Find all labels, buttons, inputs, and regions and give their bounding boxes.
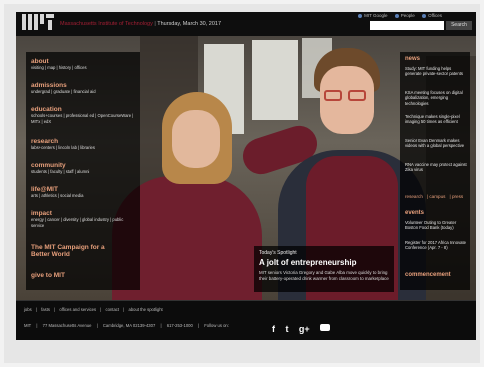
news-item[interactable]: KSA meeting focuses on digital globaliza… [405,90,467,106]
person-face [172,110,220,168]
footer-links: jobs | fasts | offices and services | co… [24,307,163,312]
nav-links[interactable]: schools+courses | professional ed | Open… [31,113,135,124]
nav-links[interactable]: undergrad | graduate | financial aid [31,89,96,95]
radio-icon [358,13,363,18]
news-item[interactable]: RNA vaccine may protect against Zika vir… [405,162,467,173]
news-link-campus[interactable]: campus [429,194,445,199]
top-bar: Massachusetts Institute of Technology | … [16,12,476,36]
news-link-research[interactable]: research [405,194,423,199]
nav-heading[interactable]: The MIT Campaign for a Better World [31,244,121,258]
nav-give: give to MIT [31,272,65,279]
site-title: Massachusetts Institute of Technology | … [60,21,222,27]
radio-icon [394,13,399,18]
people-link[interactable]: People [394,13,415,18]
nav-heading[interactable]: give to MIT [31,272,65,279]
nav-links[interactable]: students | faculty | staff | alumni [31,169,89,175]
nav-heading[interactable]: admissions [31,82,96,89]
news-item[interactable]: Senior Evan Denmark makes videos with a … [405,138,467,149]
footer: jobs | fasts | offices and services | co… [16,300,476,340]
nav-links[interactable]: energy | cancer | diversity | global ind… [31,217,135,228]
event-item[interactable]: Volunteer Outing to Greater Boston Food … [405,220,467,231]
events-heading[interactable]: events [405,210,424,216]
nav-heading[interactable]: about [31,58,87,65]
nav-community: community students | faculty | staff | a… [31,162,89,175]
screenshot-frame: Massachusetts Institute of Technology | … [4,4,480,363]
twitter-icon[interactable]: t [285,324,288,334]
mit-logo[interactable] [22,14,54,30]
nav-life-at-mit: life@MIT arts | athletics | social media [31,186,83,199]
top-links: MIT Google People Offices [352,13,442,18]
spotlight-title[interactable]: A jolt of entrepreneurship [259,258,357,267]
institute-name: Massachusetts Institute of Technology [60,21,153,27]
footer-address: MIT | 77 Massachusetts Avenue | Cambridg… [24,323,229,328]
current-date: Thursday, March 30, 2017 [157,21,222,27]
footer-link-spotlight[interactable]: about the spotlight [129,307,163,312]
mit-google-link[interactable]: MIT Google [358,13,388,18]
footer-link-offices[interactable]: offices and services [59,307,96,312]
spotlight-panel[interactable]: Today's Spotlight A jolt of entrepreneur… [254,246,394,292]
event-item[interactable]: Register for 2017 Africa Innovate Confer… [405,240,467,251]
radio-icon [422,13,427,18]
news-item[interactable]: Technique makes single-pixel imaging 50 … [405,114,467,125]
glasses-icon [324,90,370,102]
nav-campaign: The MIT Campaign for a Better World [31,244,121,258]
nav-heading[interactable]: education [31,106,135,113]
spotlight-label: Today's Spotlight [259,250,297,256]
google-plus-icon[interactable]: g+ [299,324,310,334]
nav-heading[interactable]: life@MIT [31,186,83,193]
nav-heading[interactable]: community [31,162,89,169]
lab-window [252,40,298,120]
nav-education: education schools+courses | professional… [31,106,135,124]
footer-link-jobs[interactable]: jobs [24,307,32,312]
nav-links[interactable]: arts | athletics | social media [31,193,83,199]
news-links: research | campus | press [405,194,464,199]
news-item[interactable]: Study: MIT funding helps generate privat… [405,66,467,77]
footer-link-fasts[interactable]: fasts [41,307,50,312]
nav-admissions: admissions undergrad | graduate | financ… [31,82,96,95]
nav-links[interactable]: visiting | map | history | offices [31,65,87,71]
nav-about: about visiting | map | history | offices [31,58,87,71]
social-icons: f t g+ [272,319,336,334]
left-navigation: about visiting | map | history | offices… [26,52,140,290]
offices-link[interactable]: Offices [422,13,442,18]
nav-heading[interactable]: impact [31,210,135,217]
right-sidebar: news Study: MIT funding helps generate p… [400,52,470,290]
footer-link-contact[interactable]: contact [106,307,120,312]
spotlight-description: MIT seniors Victoria Gregory and Gabe Al… [259,270,389,281]
nav-links[interactable]: labs+centers | lincoln lab | libraries [31,145,95,151]
search-button[interactable]: Search [446,21,472,30]
commencement-heading[interactable]: commencement [405,272,451,278]
nav-heading[interactable]: research [31,138,95,145]
hero-photo: about visiting | map | history | offices… [16,36,476,300]
news-heading[interactable]: news [405,56,420,62]
nav-research: research labs+centers | lincoln lab | li… [31,138,95,151]
nav-impact: impact energy | cancer | diversity | glo… [31,210,135,228]
mit-homepage: Massachusetts Institute of Technology | … [16,12,476,340]
facebook-icon[interactable]: f [272,324,275,334]
search-input[interactable] [370,21,444,30]
youtube-icon[interactable] [320,324,331,332]
news-link-press[interactable]: press [452,194,463,199]
